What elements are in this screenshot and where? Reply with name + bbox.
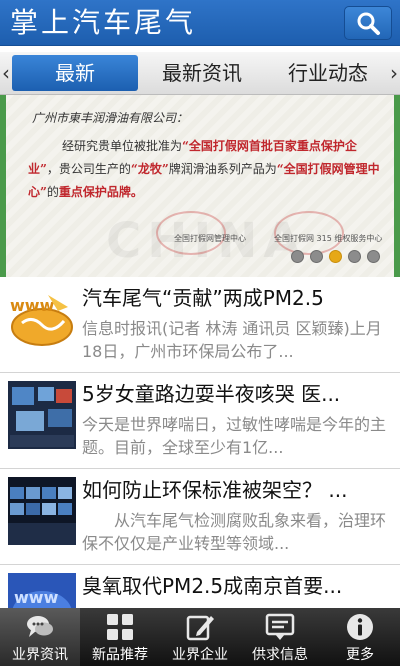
news-summary: 从汽车尾气检测腐败乱象来看，治理环保不仅仅是产业转型等领域... [82,511,387,553]
category-tabbar: ‹ 最新 最新资讯 行业动态 › [0,52,400,95]
headline-banner[interactable]: CHINA 广州市東丰润滑油有限公司： 经研究贵单位被批准为“全国打假网首批百家… [0,95,400,277]
banner-signature-right: 全国打假网 315 维权服务中心 [274,234,383,243]
carousel-dot-active[interactable] [329,250,342,263]
banner-company: 广州市東丰润滑油有限公司： [32,111,189,125]
news-list: www 汽车尾气“贡献”两成PM2.5 信息时报讯(记者 林涛 通讯员 区颖臻)… [0,277,400,661]
news-summary: 今天是世界哮喘日，过敏性哮喘是今年的主题。目前，全球至少有1亿... [82,415,387,457]
news-thumbnail [8,381,76,449]
edit-icon [186,615,214,641]
tab-scroll-right-icon[interactable]: › [390,58,398,88]
nav-more[interactable]: 更多 [320,608,400,666]
news-title: 5岁女童路边耍半夜咳哭 医... [82,382,341,406]
carousel-dot[interactable] [367,250,380,263]
news-title: 臭氧取代PM2.5成南京首要... [82,574,343,598]
search-icon [357,12,380,35]
nav-industry-companies[interactable]: 业界企业 [160,608,240,666]
news-item[interactable]: www 汽车尾气“贡献”两成PM2.5 信息时报讯(记者 林涛 通讯员 区颖臻)… [0,277,400,373]
nav-industry-news[interactable]: 业界资讯 [0,608,80,666]
nav-label: 供求信息 [252,647,308,663]
svg-text:www: www [14,588,59,607]
carousel-dot[interactable] [310,250,323,263]
carousel-pager [291,250,380,263]
chat-bubbles-icon [27,616,53,637]
tab-latest[interactable]: 最新 [12,55,138,91]
banner-body: 经研究贵单位被批准为“全国打假网首批百家重点保护企业”，贵公司生产的“龙牧”牌润… [28,139,380,199]
grid-icon [107,614,133,640]
tab-scroll-left-icon[interactable]: ‹ [2,58,10,88]
bottom-nav: 业界资讯 新品推荐 业界企业 供求信息 更多 [0,608,400,666]
news-thumbnail: www [8,285,76,353]
news-summary: 信息时报讯(记者 林涛 通讯员 区颖臻)上月18日，广州市环保局公布了... [82,319,382,361]
search-button[interactable] [344,6,392,40]
nav-supply-demand[interactable]: 供求信息 [240,608,320,666]
news-title: 汽车尾气“贡献”两成PM2.5 [82,286,324,310]
app-header: 掌上汽车尾气 [0,0,400,46]
nav-new-products[interactable]: 新品推荐 [80,608,160,666]
nav-label: 业界企业 [172,647,228,663]
news-thumbnail [8,477,76,545]
nav-label: 新品推荐 [92,647,148,663]
tab-latest-news[interactable]: 最新资讯 [146,55,258,91]
nav-label: 业界资讯 [12,647,68,663]
carousel-dot[interactable] [348,250,361,263]
app-title: 掌上汽车尾气 [10,6,197,39]
news-item[interactable]: 5岁女童路边耍半夜咳哭 医... 今天是世界哮喘日，过敏性哮喘是今年的主题。目前… [0,373,400,469]
message-icon [265,613,295,640]
info-icon [347,614,373,640]
svg-text:www: www [10,296,55,315]
banner-signature-left: 全国打假网管理中心 [174,234,246,243]
tab-industry-news[interactable]: 行业动态 [272,55,384,91]
news-title: 如何防止环保标准被架空？ ... [82,478,348,502]
nav-label: 更多 [346,647,374,663]
news-item[interactable]: 如何防止环保标准被架空？ ... 从汽车尾气检测腐败乱象来看，治理环保不仅仅是产… [0,469,400,565]
carousel-dot[interactable] [291,250,304,263]
